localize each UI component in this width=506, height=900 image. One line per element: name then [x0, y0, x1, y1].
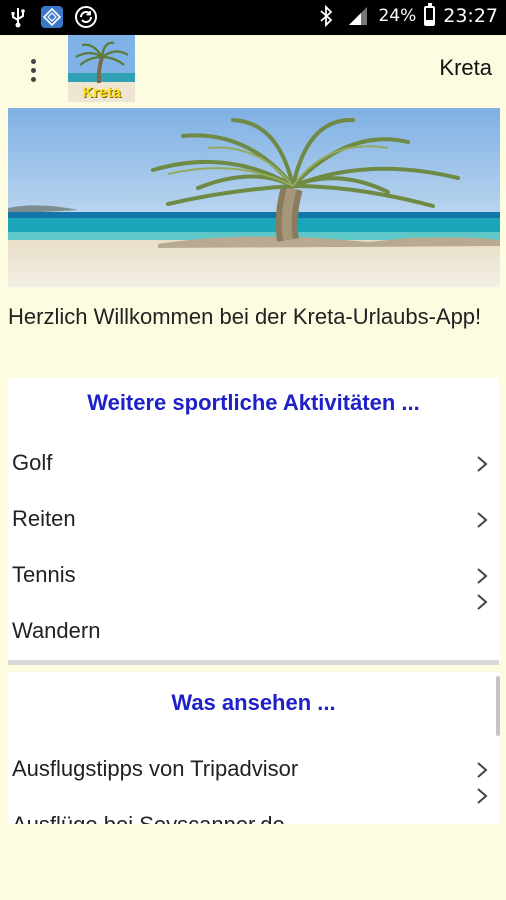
- chevron-right-icon: [477, 788, 488, 804]
- list-item-tennis[interactable]: Tennis: [8, 548, 499, 604]
- list-item-label: Ausflüge bei Seyscanner.de: [12, 812, 285, 824]
- section-header: Weitere sportliche Aktivitäten ...: [87, 390, 420, 415]
- hero-image: [8, 108, 500, 287]
- list-item-tripadvisor[interactable]: Ausflugstipps von Tripadvisor: [8, 742, 499, 798]
- battery-level-fill: [426, 20, 434, 24]
- chevron-right-icon: [477, 456, 488, 472]
- status-right-icons: 24% 23:27: [314, 3, 498, 28]
- list-item-label: Wandern: [12, 618, 101, 643]
- list-item-wandern[interactable]: Wandern: [8, 594, 499, 660]
- section-sightseeing: Was ansehen ... Ausflugstipps von Tripad…: [8, 672, 499, 824]
- list-item-ausfluege[interactable]: Ausflüge bei Seyscanner.de: [8, 788, 499, 824]
- battery-percent: 24%: [378, 6, 417, 26]
- bluetooth-icon: [314, 4, 338, 28]
- list-item-reiten[interactable]: Reiten: [8, 492, 499, 548]
- welcome-text: Herzlich Willkommen bei der Kreta-Urlaub…: [8, 304, 482, 329]
- usb-icon: [6, 5, 30, 29]
- signal-icon: [346, 4, 370, 28]
- battery-icon: [424, 3, 436, 26]
- list-item-label: Reiten: [12, 506, 76, 531]
- sync-icon: [74, 5, 98, 29]
- status-bar: 24% 23:27: [0, 0, 506, 35]
- app-notification-icon: [40, 5, 64, 29]
- page-title: Kreta: [439, 55, 492, 80]
- list-item-label: Tennis: [12, 562, 76, 587]
- clock: 23:27: [443, 5, 498, 27]
- chevron-right-icon: [477, 512, 488, 528]
- section-sports: Weitere sportliche Aktivitäten ... Golf …: [8, 378, 499, 660]
- list-item-label: Golf: [12, 450, 53, 475]
- chevron-right-icon: [477, 594, 488, 610]
- list-item-golf[interactable]: Golf: [8, 436, 499, 492]
- app-logo-text: Kreta: [82, 84, 121, 101]
- status-left-icons: [6, 5, 98, 29]
- overflow-menu-icon[interactable]: [18, 51, 48, 89]
- chevron-right-icon: [477, 762, 488, 778]
- scrollbar[interactable]: [496, 676, 500, 736]
- chevron-right-icon: [477, 568, 488, 584]
- list-item-label: Ausflugstipps von Tripadvisor: [12, 756, 299, 781]
- section-header: Was ansehen ...: [171, 690, 336, 715]
- app-logo[interactable]: Kreta: [68, 35, 135, 102]
- section-divider: [8, 660, 499, 665]
